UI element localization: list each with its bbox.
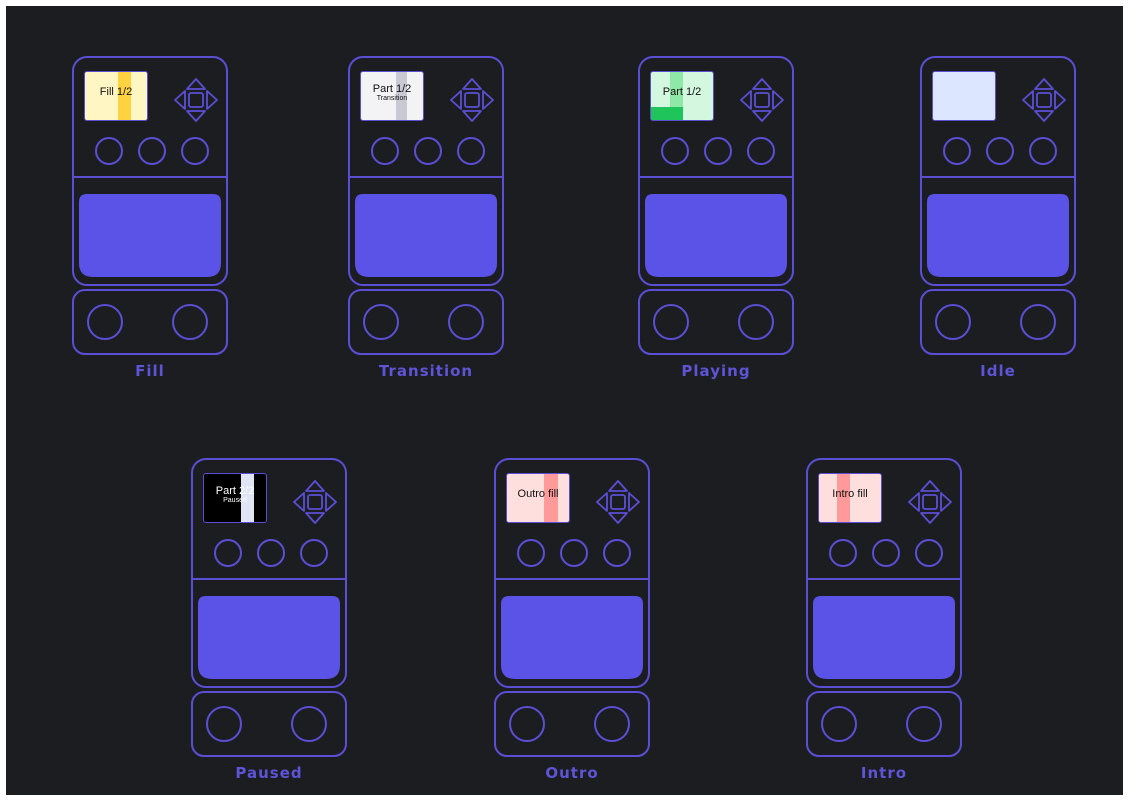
pedal-idle: Idle — [920, 56, 1076, 380]
knob-3 — [300, 539, 328, 567]
dpad-icon — [174, 78, 218, 122]
pedal-outro: Outro fill Outro — [494, 458, 650, 782]
screen-progress-bar — [651, 107, 683, 120]
knob-2 — [138, 137, 166, 165]
footswitch-base — [348, 289, 504, 355]
screen-title: Part 2/2 — [215, 485, 255, 497]
footswitch-left — [363, 304, 399, 340]
screen-subtitle: Transition — [376, 95, 408, 102]
pedal-state-label: Transition — [378, 362, 474, 380]
screen-title: Outro fill — [517, 488, 559, 500]
footswitch-left — [653, 304, 689, 340]
knob-1 — [943, 137, 971, 165]
status-screen: Fill 1/2 — [84, 71, 148, 121]
screen-title: Fill 1/2 — [99, 86, 133, 98]
footswitch-left — [87, 304, 123, 340]
footswitch-pad — [198, 596, 340, 679]
knob-3 — [603, 539, 631, 567]
knob-1 — [371, 137, 399, 165]
knob-2 — [414, 137, 442, 165]
knob-2 — [560, 539, 588, 567]
dpad-icon — [450, 78, 494, 122]
footswitch-base — [638, 289, 794, 355]
knob-1 — [517, 539, 545, 567]
screen-title: Intro fill — [832, 488, 868, 500]
footswitch-left — [821, 706, 857, 742]
footswitch-base — [806, 691, 962, 757]
status-screen: Part 1/2 Transition — [360, 71, 424, 121]
pedal-state-label: Idle — [980, 362, 1016, 380]
knob-2 — [257, 539, 285, 567]
knob-1 — [214, 539, 242, 567]
footswitch-pad — [645, 194, 787, 277]
dpad-icon — [740, 78, 784, 122]
footswitch-right — [172, 304, 208, 340]
pedal-playing: Part 1/2 Playing — [638, 56, 794, 380]
dpad-icon — [1022, 78, 1066, 122]
footswitch-pad — [927, 194, 1069, 277]
dpad-icon — [596, 480, 640, 524]
pedal-fill: Fill 1/2 Fill — [72, 56, 228, 380]
footswitch-base — [191, 691, 347, 757]
knob-3 — [747, 137, 775, 165]
footswitch-right — [1020, 304, 1056, 340]
knob-3 — [915, 539, 943, 567]
footswitch-right — [906, 706, 942, 742]
pedal-state-label: Outro — [545, 764, 599, 782]
status-screen: Intro fill — [818, 473, 882, 523]
dpad-icon — [908, 480, 952, 524]
dpad-icon — [293, 480, 337, 524]
status-screen — [932, 71, 996, 121]
footswitch-pad — [501, 596, 643, 679]
status-screen: Part 1/2 — [650, 71, 714, 121]
knob-3 — [181, 137, 209, 165]
knob-2 — [986, 137, 1014, 165]
footswitch-base — [494, 691, 650, 757]
footswitch-right — [738, 304, 774, 340]
footswitch-base — [72, 289, 228, 355]
footswitch-right — [448, 304, 484, 340]
footswitch-right — [291, 706, 327, 742]
knob-1 — [661, 137, 689, 165]
knob-3 — [1029, 137, 1057, 165]
footswitch-left — [509, 706, 545, 742]
pedal-paused: Part 2/2 Paused Paused — [191, 458, 347, 782]
pedal-state-label: Intro — [860, 764, 908, 782]
pedal-state-label: Paused — [235, 764, 303, 782]
footswitch-left — [206, 706, 242, 742]
knob-1 — [829, 539, 857, 567]
knob-2 — [704, 137, 732, 165]
screen-title: Part 1/2 — [372, 83, 412, 95]
footswitch-base — [920, 289, 1076, 355]
pedal-state-label: Playing — [681, 362, 751, 380]
footswitch-pad — [813, 596, 955, 679]
knob-2 — [872, 539, 900, 567]
footswitch-pad — [355, 194, 497, 277]
footswitch-left — [935, 304, 971, 340]
pedal-transition: Part 1/2 Transition Transition — [348, 56, 504, 380]
status-screen: Outro fill — [506, 473, 570, 523]
screen-subtitle: Paused — [223, 497, 247, 504]
knob-3 — [457, 137, 485, 165]
pedal-state-label: Fill — [135, 362, 165, 380]
knob-1 — [95, 137, 123, 165]
status-screen: Part 2/2 Paused — [203, 473, 267, 523]
pedal-intro: Intro fill Intro — [806, 458, 962, 782]
screen-title: Part 1/2 — [662, 86, 702, 98]
footswitch-right — [594, 706, 630, 742]
footswitch-pad — [79, 194, 221, 277]
